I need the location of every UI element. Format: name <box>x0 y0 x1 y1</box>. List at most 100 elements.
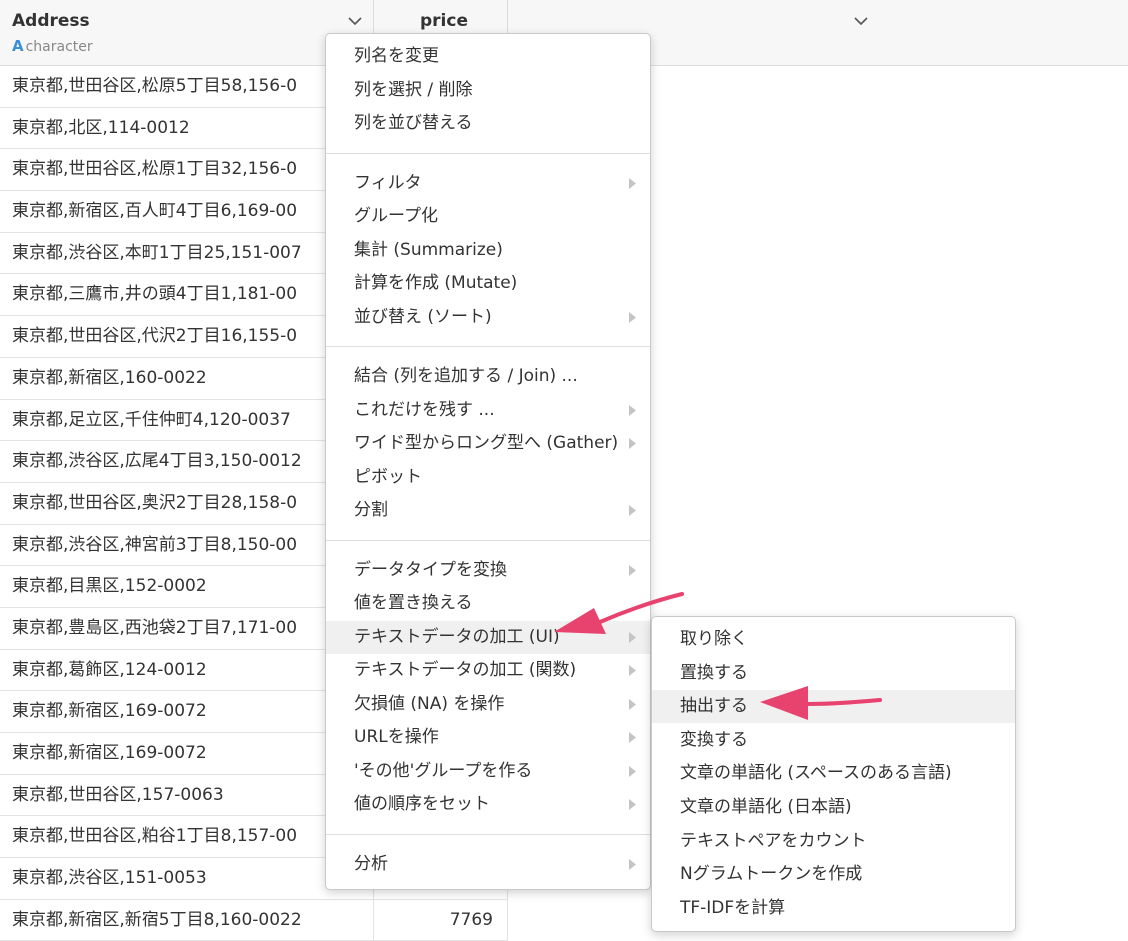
address-cell: 東京都,渋谷区,本町1丁目25,151-007 <box>0 232 374 274</box>
menu-item-label: 集計 (Summarize) <box>354 239 503 260</box>
column-context-menu: 列名を変更列を選択 / 削除 列を並び替える フィルタグループ化集計 (Summar… <box>325 33 651 890</box>
menu-separator <box>326 152 650 154</box>
pointer-arrow-icon <box>760 686 882 720</box>
address-cell: 東京都,新宿区,新宿5丁目8,160-0022 <box>0 899 374 941</box>
menu-item[interactable]: 計算を作成 (Mutate) <box>326 267 650 300</box>
submenu-item[interactable]: テキストペアをカウント <box>652 825 1015 858</box>
menu-item-label: 値を置き換える <box>354 593 473 613</box>
menu-item-label: テキストデータの加工 (UI) <box>354 626 560 647</box>
submenu-item-label: テキストペアをカウント <box>680 830 867 851</box>
table-row: 東京都,新宿区,新宿5丁目8,160-0022 7769 <box>0 899 508 941</box>
address-cell: 東京都,足立区,千住仲町4,120-0037 <box>0 399 374 441</box>
menu-item[interactable]: 値の順序をセット <box>326 788 650 821</box>
submenu-item-label: 置換する <box>680 662 748 683</box>
menu-item-label: 結合 (列を追加する / Join) ... <box>354 366 578 386</box>
column-type-label: character <box>25 39 93 55</box>
menu-item[interactable]: 列を選択 / 削除 <box>326 74 650 107</box>
address-cell: 東京都,北区,114-0012 <box>0 107 374 149</box>
submenu-item-label: 文章の単語化 (スペースのある言語) <box>680 763 952 784</box>
menu-item-label: 並び替え (ソート) <box>354 306 492 327</box>
menu-item[interactable]: 列名を変更 <box>326 40 650 73</box>
menu-item-label: これだけを残す ... <box>354 399 495 420</box>
menu-item[interactable]: ピボット <box>326 461 650 494</box>
address-cell: 東京都,世田谷区,奥沢2丁目28,158-0 <box>0 482 374 524</box>
menu-item[interactable]: 集計 (Summarize) <box>326 234 650 267</box>
pointer-arrow-icon <box>554 592 684 634</box>
menu-item-label: 列を選択 / 削除 <box>354 79 473 100</box>
submenu-item[interactable]: Nグラムトークンを作成 <box>652 858 1015 891</box>
menu-item[interactable]: 'その他'グループを作る <box>326 755 650 788</box>
submenu-item-label: 取り除く <box>680 629 748 649</box>
chevron-right-icon <box>629 698 636 710</box>
menu-item[interactable]: 結合 (列を追加する / Join) ... <box>326 360 650 393</box>
address-cell: 東京都,新宿区,169-0072 <box>0 733 374 774</box>
menu-item-label: 欠損値 (NA) を操作 <box>354 693 505 714</box>
menu-item-label: 分析 <box>354 853 388 874</box>
menu-item-label: テキストデータの加工 (関数) <box>354 660 577 680</box>
address-cell: 東京都,世田谷区,粕谷1丁目8,157-00 <box>0 816 374 858</box>
address-cell: 東京都,新宿区,160-0022 <box>0 357 374 399</box>
address-cell: 東京都,渋谷区,神宮前3丁目8,150-00 <box>0 524 374 566</box>
chevron-right-icon <box>629 765 636 777</box>
submenu-item[interactable]: TF-IDFを計算 <box>652 892 1015 925</box>
submenu-item-label: 変換する <box>680 729 748 750</box>
address-cell: 東京都,三鷹市,井の頭4丁目1,181-00 <box>0 274 374 316</box>
column-name: Address <box>12 11 90 31</box>
menu-separator <box>326 539 650 541</box>
address-cell: 東京都,世田谷区,松原1丁目32,156-0 <box>0 149 374 191</box>
submenu-item[interactable]: 文章の単語化 (日本語) <box>652 791 1015 824</box>
menu-item[interactable]: 分割 <box>326 494 650 527</box>
chevron-down-icon[interactable] <box>346 14 364 28</box>
chevron-right-icon <box>629 311 636 323</box>
address-cell: 東京都,目黒区,152-0002 <box>0 566 374 607</box>
chevron-right-icon <box>629 665 636 676</box>
menu-item[interactable]: テキストデータの加工 (関数) <box>326 654 650 687</box>
address-cell: 東京都,葛飾区,124-0012 <box>0 649 374 691</box>
submenu-item[interactable]: 文章の単語化 (スペースのある言語) <box>652 757 1015 790</box>
chevron-right-icon <box>629 732 636 743</box>
chevron-right-icon <box>629 858 636 870</box>
menu-item[interactable]: グループ化 <box>326 200 650 233</box>
menu-item[interactable]: これだけを残す ... <box>326 394 650 427</box>
address-cell: 東京都,世田谷区,代沢2丁目16,155-0 <box>0 316 374 357</box>
menu-item[interactable]: データタイプを変換 <box>326 554 650 587</box>
chevron-down-icon[interactable] <box>852 14 870 28</box>
menu-item[interactable]: URLを操作 <box>326 721 650 754</box>
menu-item[interactable]: 列を並び替える <box>326 107 650 140</box>
menu-separator <box>326 346 650 347</box>
text-processing-submenu: 取り除く置換する抽出する変換する文章の単語化 (スペースのある言語) 文章の単語化… <box>651 616 1016 932</box>
menu-item-label: 'その他'グループを作る <box>354 760 533 781</box>
submenu-item[interactable]: 変換する <box>652 724 1015 757</box>
chevron-right-icon <box>629 177 636 189</box>
menu-item-label: フィルタ <box>354 172 422 193</box>
chevron-right-icon <box>629 505 636 516</box>
chevron-right-icon <box>629 404 636 416</box>
chevron-right-icon <box>629 564 636 576</box>
menu-item-label: 列を並び替える <box>354 113 473 133</box>
column-name: price <box>420 11 468 31</box>
menu-item-label: 分割 <box>354 500 388 520</box>
submenu-item-label: 抽出する <box>680 696 748 717</box>
menu-item-label: グループ化 <box>354 206 438 226</box>
menu-item[interactable]: 並び替え (ソート) <box>326 301 650 334</box>
menu-item[interactable]: フィルタ <box>326 167 650 200</box>
address-cell: 東京都,新宿区,百人町4丁目6,169-00 <box>0 191 374 232</box>
menu-item-label: ピボット <box>354 466 422 487</box>
menu-item[interactable]: 欠損値 (NA) を操作 <box>326 688 650 721</box>
menu-item-label: ワイド型からロング型へ (Gather) <box>354 433 619 453</box>
menu-item-label: 値の順序をセット <box>354 794 490 814</box>
chevron-right-icon <box>629 799 636 810</box>
menu-item-label: URLを操作 <box>354 727 439 747</box>
submenu-item-label: TF-IDFを計算 <box>680 897 786 918</box>
menu-item[interactable]: 分析 <box>326 848 650 881</box>
submenu-item[interactable]: 取り除く <box>652 623 1015 656</box>
address-cell: 東京都,豊島区,西池袋2丁目7,171-00 <box>0 607 374 649</box>
address-cell: 東京都,世田谷区,157-0063 <box>0 774 374 816</box>
address-cell: 東京都,渋谷区,151-0053 <box>0 858 374 899</box>
address-cell: 東京都,世田谷区,松原5丁目58,156-0 <box>0 66 374 107</box>
menu-separator <box>326 833 650 835</box>
menu-item-label: データタイプを変換 <box>354 559 507 580</box>
menu-item[interactable]: ワイド型からロング型へ (Gather) <box>326 427 650 460</box>
column-header-address[interactable]: Address Acharacter <box>0 0 374 66</box>
price-cell: 7769 <box>374 899 508 941</box>
